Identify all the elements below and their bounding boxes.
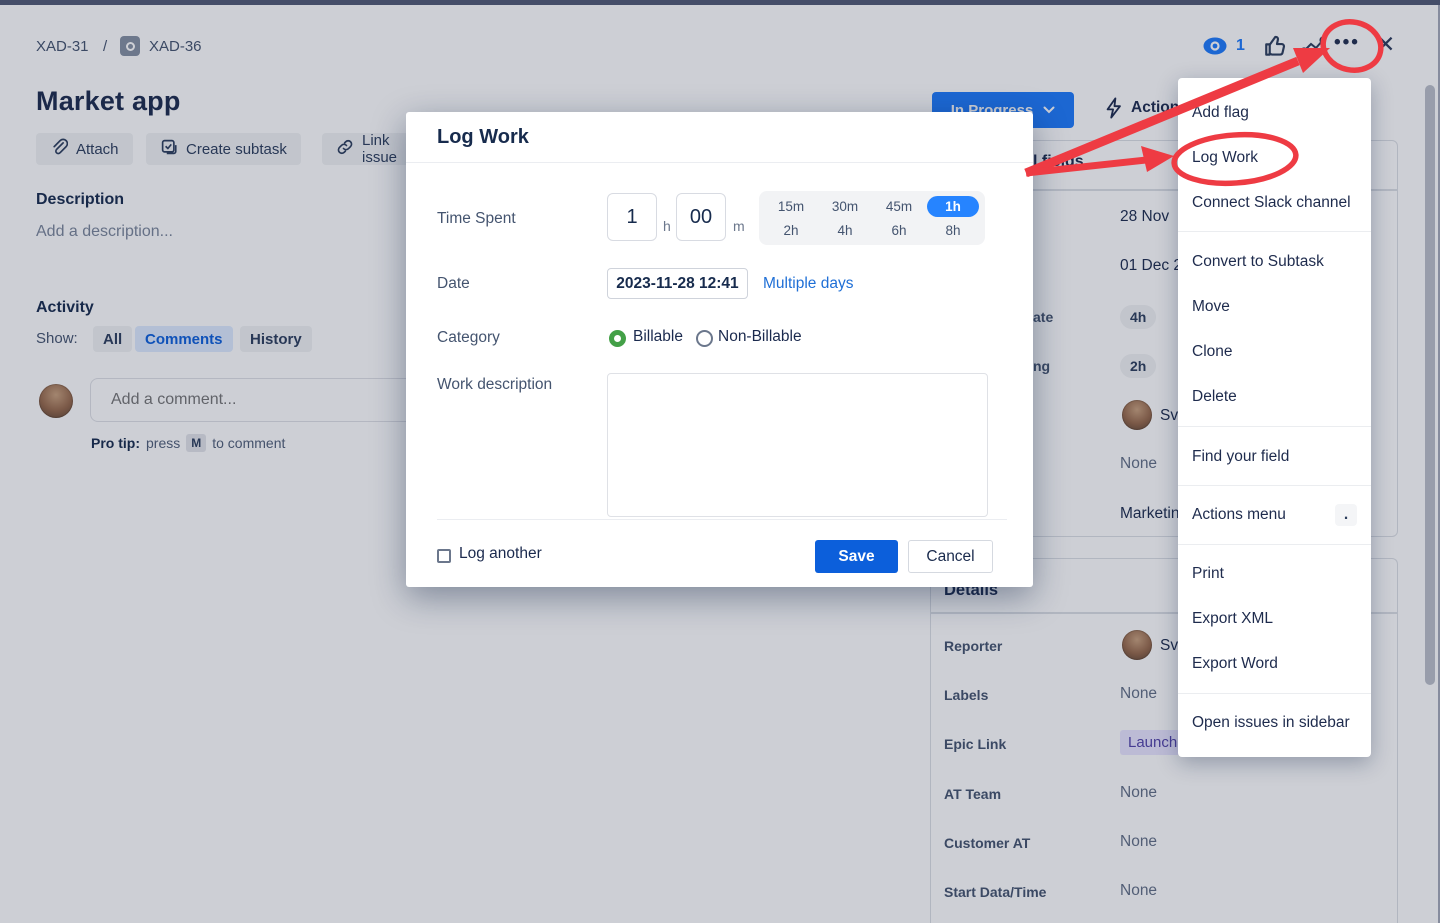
date-label: Date: [437, 275, 470, 293]
menu-item-actions-menu[interactable]: Actions menu .: [1178, 498, 1371, 532]
non-billable-label[interactable]: Non-Billable: [718, 328, 802, 346]
menu-item-move[interactable]: Move: [1178, 290, 1371, 324]
menu-item-clone[interactable]: Clone: [1178, 335, 1371, 369]
modal-title-divider: [406, 162, 1033, 163]
preset-6h[interactable]: 6h: [873, 220, 925, 241]
work-description-textarea[interactable]: [607, 373, 988, 517]
menu-item-add-flag[interactable]: Add flag: [1178, 96, 1371, 130]
cancel-button[interactable]: Cancel: [908, 540, 993, 573]
billable-radio-checked[interactable]: [609, 330, 626, 347]
hours-unit: h: [663, 218, 671, 234]
jira-issue-view: XAD-31 / XAD-36 1 ••• ✕ Market app Attac…: [0, 0, 1440, 923]
date-input[interactable]: [607, 268, 748, 299]
minutes-unit: m: [733, 218, 745, 234]
menu-divider: [1178, 231, 1371, 232]
category-label: Category: [437, 329, 500, 347]
menu-item-print[interactable]: Print: [1178, 557, 1371, 591]
hours-input[interactable]: [607, 193, 657, 241]
preset-45m[interactable]: 45m: [873, 196, 925, 217]
menu-divider: [1178, 426, 1371, 427]
preset-1h-selected[interactable]: 1h: [927, 196, 979, 217]
multiple-days-link[interactable]: Multiple days: [763, 275, 853, 293]
more-actions-menu: Add flag Log Work Connect Slack channel …: [1178, 78, 1371, 757]
window-top-edge: [0, 0, 1440, 5]
preset-2h[interactable]: 2h: [765, 220, 817, 241]
non-billable-radio[interactable]: [696, 330, 713, 347]
menu-item-log-work[interactable]: Log Work: [1178, 141, 1371, 175]
menu-item-connect-slack-channel[interactable]: Connect Slack channel: [1178, 186, 1371, 220]
actions-menu-shortcut-key: .: [1335, 504, 1357, 526]
menu-item-delete[interactable]: Delete: [1178, 380, 1371, 414]
menu-divider: [1178, 544, 1371, 545]
page-scrollbar-thumb[interactable]: [1425, 85, 1435, 685]
log-another-label[interactable]: Log another: [459, 545, 542, 563]
menu-divider: [1178, 693, 1371, 694]
preset-30m[interactable]: 30m: [819, 196, 871, 217]
modal-footer-divider: [437, 519, 1007, 520]
preset-4h[interactable]: 4h: [819, 220, 871, 241]
menu-item-convert-to-subtask[interactable]: Convert to Subtask: [1178, 245, 1371, 279]
time-spent-label: Time Spent: [437, 210, 516, 228]
menu-item-find-your-field[interactable]: Find your field: [1178, 440, 1371, 474]
menu-item-export-word[interactable]: Export Word: [1178, 647, 1371, 681]
billable-label[interactable]: Billable: [633, 328, 683, 346]
menu-item-open-issues-in-sidebar[interactable]: Open issues in sidebar: [1178, 706, 1371, 740]
preset-8h[interactable]: 8h: [927, 220, 979, 241]
preset-15m[interactable]: 15m: [765, 196, 817, 217]
time-presets-group: 15m 30m 45m 1h 2h 4h 6h 8h: [759, 191, 985, 245]
menu-divider: [1178, 485, 1371, 486]
log-another-checkbox[interactable]: [437, 549, 451, 563]
minutes-input[interactable]: [676, 193, 726, 241]
work-description-label: Work description: [437, 376, 552, 394]
modal-title: Log Work: [437, 126, 529, 149]
actions-menu-label: Actions menu: [1192, 506, 1286, 524]
menu-item-export-xml[interactable]: Export XML: [1178, 602, 1371, 636]
save-button[interactable]: Save: [815, 540, 898, 573]
log-work-modal: Log Work Time Spent h m 15m 30m 45m 1h 2…: [406, 112, 1033, 587]
